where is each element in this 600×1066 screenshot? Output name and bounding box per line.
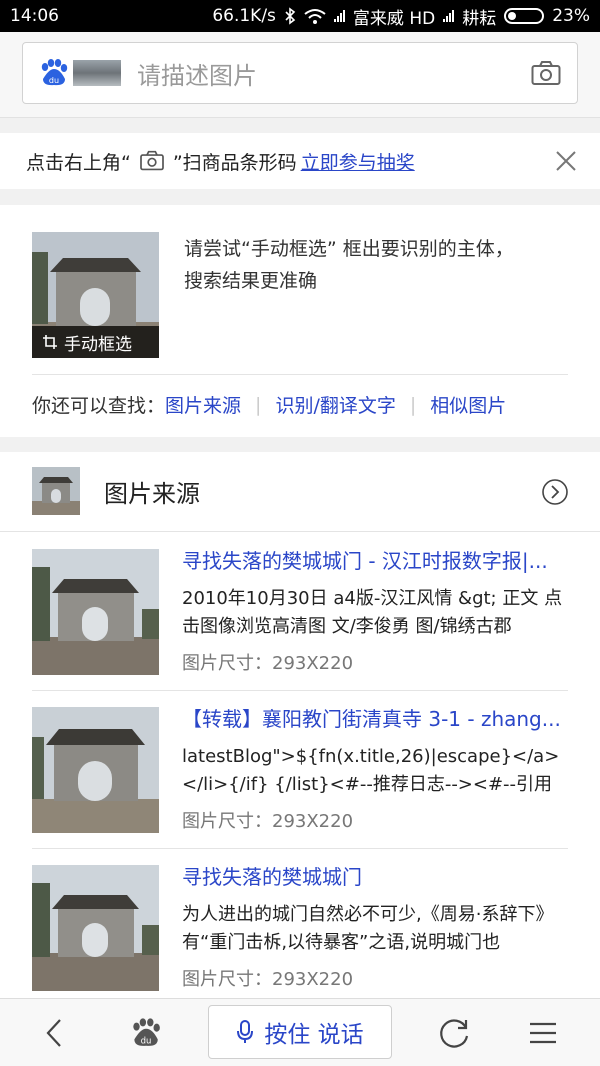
svg-text:du: du [141, 1037, 152, 1047]
tip-text: 请尝试“手动框选” 框出要识别的主体， 搜索结果更准确 [184, 233, 574, 297]
result-title[interactable]: 寻找失落的樊城城门 - 汉江时报数字报|... [182, 545, 568, 574]
microphone-icon [237, 1020, 254, 1043]
signal-icon [443, 10, 455, 22]
image-source-title: 图片来源 [104, 480, 200, 508]
carrier-1: 富来威 HD [352, 8, 436, 29]
tip-line-2: 搜索结果更准确 [184, 270, 318, 292]
camera-icon [139, 150, 164, 171]
link-translate-text[interactable]: 识别/翻译文字 [275, 391, 395, 418]
signal-icon [333, 10, 345, 22]
search-area: du 请描述图片 [0, 32, 600, 118]
result-thumbnail[interactable] [32, 549, 159, 675]
manual-crop-button[interactable]: 手动框选 [32, 326, 159, 358]
manual-crop-label: 手动框选 [64, 334, 132, 355]
result-thumbnail[interactable] [32, 865, 159, 991]
result-thumbnail[interactable] [32, 707, 159, 833]
back-icon[interactable] [38, 1016, 72, 1050]
promo-link[interactable]: 立即参与抽奖 [301, 148, 415, 175]
bottom-toolbar: du 按住 说话 [0, 998, 600, 1066]
result-title[interactable]: 寻找失落的樊城城门 [182, 861, 568, 890]
image-source-results: 图片来源 寻找失落的樊城城门 - 汉江时报数字报|... 2010年10月30日… [0, 452, 600, 998]
result-description: 2010年10月30日 a4版-汉江风情 &gt; 正文 点击图像浏览高清图 文… [182, 588, 563, 637]
crop-icon [43, 335, 57, 349]
wifi-icon [304, 9, 326, 24]
crop-preview-image[interactable]: 手动框选 [32, 232, 159, 358]
link-image-source[interactable]: 图片来源 [165, 391, 241, 418]
chevron-right-icon[interactable] [542, 479, 568, 505]
carrier-2: 耕耘 [462, 8, 497, 29]
baidu-home-icon[interactable]: du [128, 1016, 162, 1050]
query-thumbnail[interactable] [73, 60, 121, 86]
search-input[interactable]: 请描述图片 [137, 56, 531, 91]
source-thumbnail [32, 467, 80, 515]
close-icon[interactable] [554, 149, 578, 173]
status-bar: 14:06 66.1K/s 富来威 HD 耕耘 23% [0, 0, 600, 32]
promo-prefix: 点击右上角“ [26, 151, 131, 174]
result-item[interactable]: 【转载】襄阳教门街清真寺 3-1 - zhang... latestBlog">… [0, 691, 600, 849]
link-similar-images[interactable]: 相似图片 [430, 391, 506, 418]
network-speed: 66.1K/s [212, 6, 276, 26]
bluetooth-icon [285, 7, 296, 25]
result-item[interactable]: 寻找失落的樊城城门 - 汉江时报数字报|... 2010年10月30日 a4版-… [0, 533, 600, 691]
voice-input-button[interactable]: 按住 说话 [208, 1005, 392, 1059]
crop-tip-card: 手动框选 请尝试“手动框选” 框出要识别的主体， 搜索结果更准确 你还可以查找：… [0, 205, 600, 437]
camera-icon[interactable] [531, 60, 561, 86]
result-description: latestBlog">${fn(x.title,26)|escape}</a>… [182, 746, 560, 795]
status-time: 14:06 [10, 6, 59, 26]
separator: | [409, 393, 417, 416]
result-image-size: 图片尺寸：293X220 [182, 653, 354, 674]
battery-icon [504, 8, 545, 24]
refresh-icon[interactable] [438, 1016, 472, 1050]
battery-level: 23% [552, 6, 590, 26]
promo-suffix: ”扫商品条形码 [172, 151, 297, 174]
search-box[interactable]: du 请描述图片 [22, 42, 578, 104]
find-more-row: 你还可以查找： 图片来源 | 识别/翻译文字 | 相似图片 [32, 391, 506, 418]
image-source-header[interactable]: 图片来源 [0, 452, 600, 532]
separator: | [255, 393, 262, 416]
result-description: 为人进出的城门自然必不可少,《周易·系辞下》有“重门击柝,以待暴客”之语,说明城… [182, 904, 554, 953]
svg-text:du: du [49, 76, 59, 85]
result-image-size: 图片尺寸：293X220 [182, 811, 354, 832]
divider [32, 374, 568, 375]
tip-line-1: 请尝试“手动框选” 框出要识别的主体， [184, 238, 514, 260]
voice-label: 按住 说话 [264, 1022, 364, 1048]
result-title[interactable]: 【转载】襄阳教门街清真寺 3-1 - zhang... [182, 703, 568, 732]
find-label: 你还可以查找： [32, 395, 166, 417]
result-item[interactable]: 寻找失落的樊城城门 为人进出的城门自然必不可少,《周易·系辞下》有“重门击柝,以… [0, 849, 600, 998]
result-image-size: 图片尺寸：293X220 [182, 969, 354, 990]
menu-icon[interactable] [526, 1016, 560, 1050]
baidu-paw-icon[interactable]: du [37, 57, 69, 89]
promo-banner: 点击右上角“ ”扫商品条形码 立即参与抽奖 [0, 133, 600, 189]
